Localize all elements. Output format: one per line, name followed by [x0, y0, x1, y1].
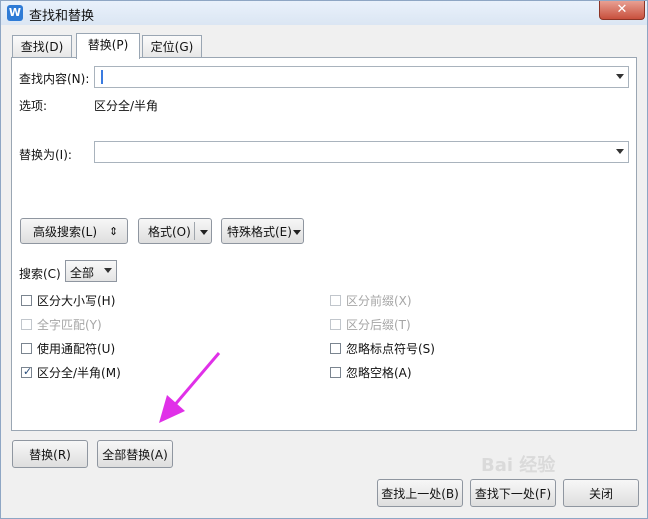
- find-replace-dialog: W 查找和替换 ✕ 查找(D) 替换(P) 定位(G) 查找内容(N): 选项:…: [0, 0, 648, 519]
- options-value: 区分全/半角: [94, 99, 159, 113]
- ignore-space-checkbox[interactable]: [330, 367, 341, 378]
- special-format-button[interactable]: 特殊格式(E): [221, 218, 304, 244]
- prefix-label: 区分前缀(X): [346, 294, 412, 308]
- annotation-arrow-icon: [159, 352, 221, 423]
- wildcards-label: 使用通配符(U): [37, 342, 116, 356]
- tab-find[interactable]: 查找(D): [12, 35, 72, 58]
- special-format-label: 特殊格式(E): [227, 225, 292, 239]
- replace-all-button[interactable]: 全部替换(A): [97, 440, 173, 468]
- find-previous-button[interactable]: 查找上一处(B): [377, 479, 463, 507]
- find-input[interactable]: [94, 66, 629, 88]
- match-case-checkbox[interactable]: [21, 295, 32, 306]
- suffix-checkbox[interactable]: [330, 319, 341, 330]
- find-label: 查找内容(N):: [19, 72, 90, 86]
- replace-label: 替换为(I):: [19, 148, 72, 162]
- match-case-label: 区分大小写(H): [37, 294, 116, 308]
- title-bar: W 查找和替换 ✕: [1, 1, 647, 25]
- chevron-down-icon[interactable]: [616, 74, 624, 79]
- chevron-down-icon: [104, 268, 112, 273]
- full-half-width-checkbox[interactable]: ✓: [21, 365, 33, 378]
- text-caret: [101, 70, 103, 84]
- advanced-search-button[interactable]: 高级搜索(L) ⇕: [20, 218, 128, 244]
- chevron-down-icon: [200, 230, 208, 235]
- watermark-text: Bai 经验: [481, 455, 556, 476]
- search-scope-select[interactable]: 全部: [65, 260, 117, 282]
- close-button[interactable]: 关闭: [563, 479, 639, 507]
- expand-collapse-icon: ⇕: [109, 225, 119, 238]
- wildcards-checkbox[interactable]: [21, 343, 32, 354]
- ignore-space-label: 忽略空格(A): [346, 366, 412, 380]
- tab-replace[interactable]: 替换(P): [76, 33, 140, 59]
- whole-word-checkbox[interactable]: [21, 319, 32, 330]
- window-close-button[interactable]: ✕: [599, 1, 645, 20]
- chevron-down-icon[interactable]: [616, 149, 624, 154]
- ignore-punctuation-checkbox[interactable]: [330, 343, 341, 354]
- suffix-label: 区分后缀(T): [346, 318, 411, 332]
- checkmark-icon: ✓: [23, 365, 33, 378]
- ignore-punctuation-label: 忽略标点符号(S): [346, 342, 435, 356]
- replace-input[interactable]: [94, 141, 629, 163]
- find-next-button[interactable]: 查找下一处(F): [470, 479, 556, 507]
- replace-panel: 查找内容(N): 选项: 区分全/半角 替换为(I): 高级搜索(L) ⇕ 格式…: [11, 57, 637, 431]
- window-title: 查找和替换: [29, 9, 95, 24]
- full-half-width-label: 区分全/半角(M): [37, 366, 121, 380]
- format-button[interactable]: 格式(O): [138, 218, 212, 244]
- replace-button[interactable]: 替换(R): [12, 440, 88, 468]
- tab-goto[interactable]: 定位(G): [142, 35, 202, 58]
- close-icon: ✕: [616, 2, 628, 17]
- prefix-checkbox[interactable]: [330, 295, 341, 306]
- search-scope-value: 全部: [70, 266, 95, 280]
- whole-word-label: 全字匹配(Y): [37, 318, 102, 332]
- format-label: 格式(O): [148, 225, 191, 239]
- search-scope-label: 搜索(C): [19, 267, 61, 281]
- wps-writer-icon: W: [7, 5, 23, 21]
- button-separator: [194, 222, 195, 240]
- options-label: 选项:: [19, 99, 48, 113]
- chevron-down-icon: [293, 230, 301, 235]
- advanced-search-label: 高级搜索(L): [33, 225, 98, 239]
